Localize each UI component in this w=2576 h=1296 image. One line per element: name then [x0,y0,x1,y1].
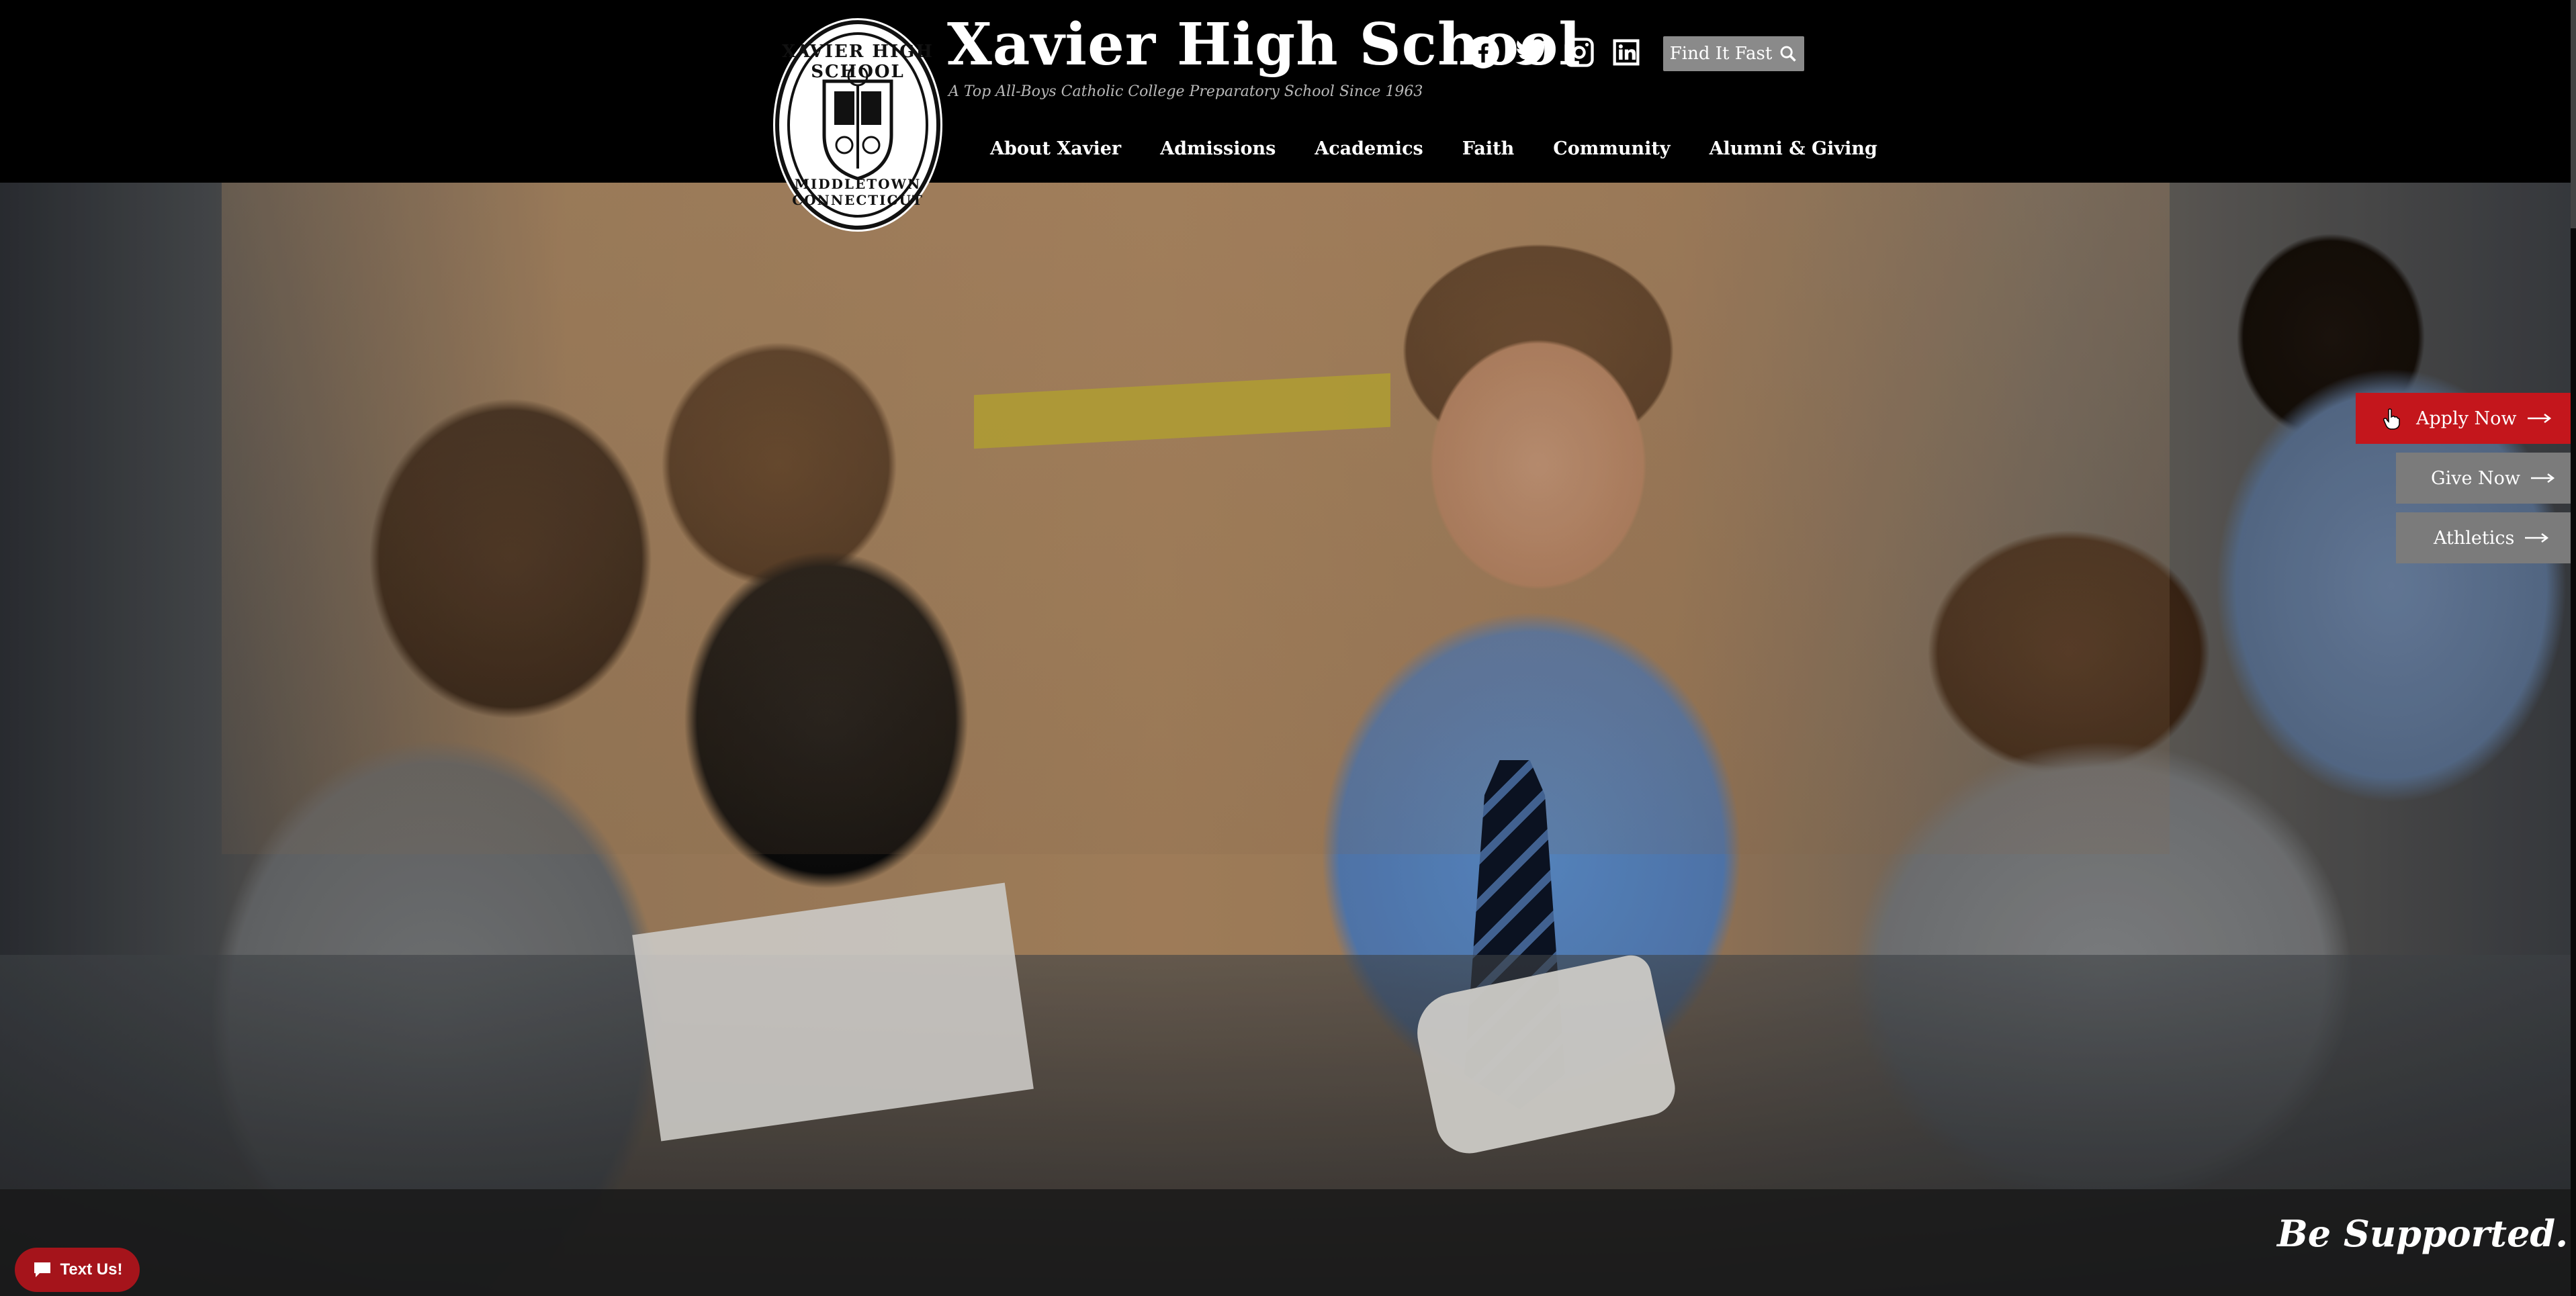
site-header: XAVIER HIGH SCHOOL MIDDLETOWN CONNECTICU… [0,0,2576,230]
scrollbar-thumb[interactable] [2571,0,2576,228]
nav-faith[interactable]: Faith [1462,138,1515,159]
athletics-button[interactable]: Athletics [2396,512,2576,563]
long-arrow-right-icon [2531,473,2555,483]
give-now-label: Give Now [2431,467,2521,489]
nav-academics[interactable]: Academics [1315,138,1423,159]
nav-alumni-giving[interactable]: Alumni & Giving [1709,138,1877,159]
hero-overlay [0,183,2576,1296]
main-nav: About Xavier Admissions Academics Faith … [990,138,1916,159]
nav-about-xavier[interactable]: About Xavier [990,138,1121,159]
athletics-label: Athletics [2434,527,2515,549]
text-us-button[interactable]: Text Us! [15,1248,140,1292]
nav-community[interactable]: Community [1553,138,1670,159]
school-logo[interactable]: XAVIER HIGH SCHOOL MIDDLETOWN CONNECTICU… [775,20,940,230]
nav-admissions[interactable]: Admissions [1160,138,1276,159]
find-it-fast-label: Find It Fast [1669,44,1773,64]
find-it-fast-button[interactable]: Find It Fast [1663,36,1804,71]
crest-icon [822,68,893,181]
hand-cursor-icon [2383,408,2400,430]
twitter-icon[interactable] [1513,34,1550,71]
give-now-button[interactable]: Give Now [2396,453,2576,504]
chat-icon [34,1262,50,1277]
site-tagline: A Top All-Boys Catholic College Preparat… [948,83,1423,100]
text-us-label: Text Us! [60,1260,123,1279]
long-arrow-right-icon [2525,533,2549,543]
long-arrow-right-icon [2527,414,2551,423]
facebook-icon[interactable] [1464,34,1502,71]
hero-caption-bar [0,1189,2576,1296]
apply-now-label: Apply Now [2416,408,2517,429]
hero-image [0,183,2576,1296]
instagram-icon[interactable] [1560,34,1598,71]
logo-text-bottom: MIDDLETOWN CONNECTICUT [792,176,924,208]
hero-caption: Be Supported. [2277,1212,2568,1255]
search-icon [1780,46,1797,62]
page-scrollbar[interactable] [2571,0,2576,1296]
linkedin-icon[interactable] [1607,34,1645,71]
